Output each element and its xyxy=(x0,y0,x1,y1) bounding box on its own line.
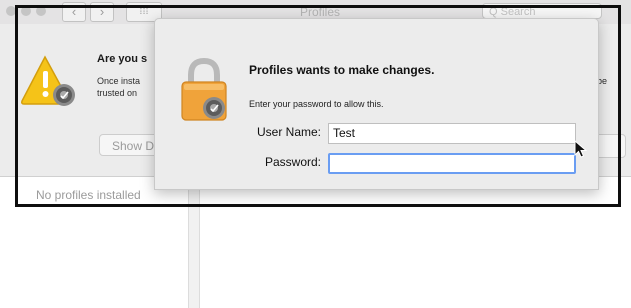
back-button[interactable]: ‹ xyxy=(62,2,86,22)
lock-with-gear-icon xyxy=(181,58,227,121)
empty-list-message: No profiles installed xyxy=(36,188,141,202)
password-label: Password: xyxy=(264,155,321,169)
sheet-body: Once insta trusted on xyxy=(97,75,140,99)
username-label: User Name: xyxy=(256,125,321,139)
password-field[interactable] xyxy=(328,153,576,174)
search-input[interactable]: Q Search xyxy=(482,3,602,19)
sheet-body-line: trusted on xyxy=(97,88,138,98)
zoom-window-icon[interactable] xyxy=(36,6,46,16)
username-field[interactable]: Test xyxy=(328,123,576,144)
pane-divider[interactable] xyxy=(188,177,200,308)
warning-triangle-with-gear-icon xyxy=(21,55,75,106)
mouse-pointer-icon xyxy=(574,140,588,158)
sheet-heading: Are you s xyxy=(97,53,148,65)
sheet-body-line: Once insta xyxy=(97,76,141,86)
minimize-window-icon[interactable] xyxy=(21,6,31,16)
close-window-icon[interactable] xyxy=(6,6,16,16)
forward-button[interactable]: › xyxy=(90,2,114,22)
dialog-message: Enter your password to allow this. xyxy=(249,99,384,109)
dialog-title: Profiles wants to make changes. xyxy=(249,63,435,77)
window-title: Profiles xyxy=(299,5,340,19)
